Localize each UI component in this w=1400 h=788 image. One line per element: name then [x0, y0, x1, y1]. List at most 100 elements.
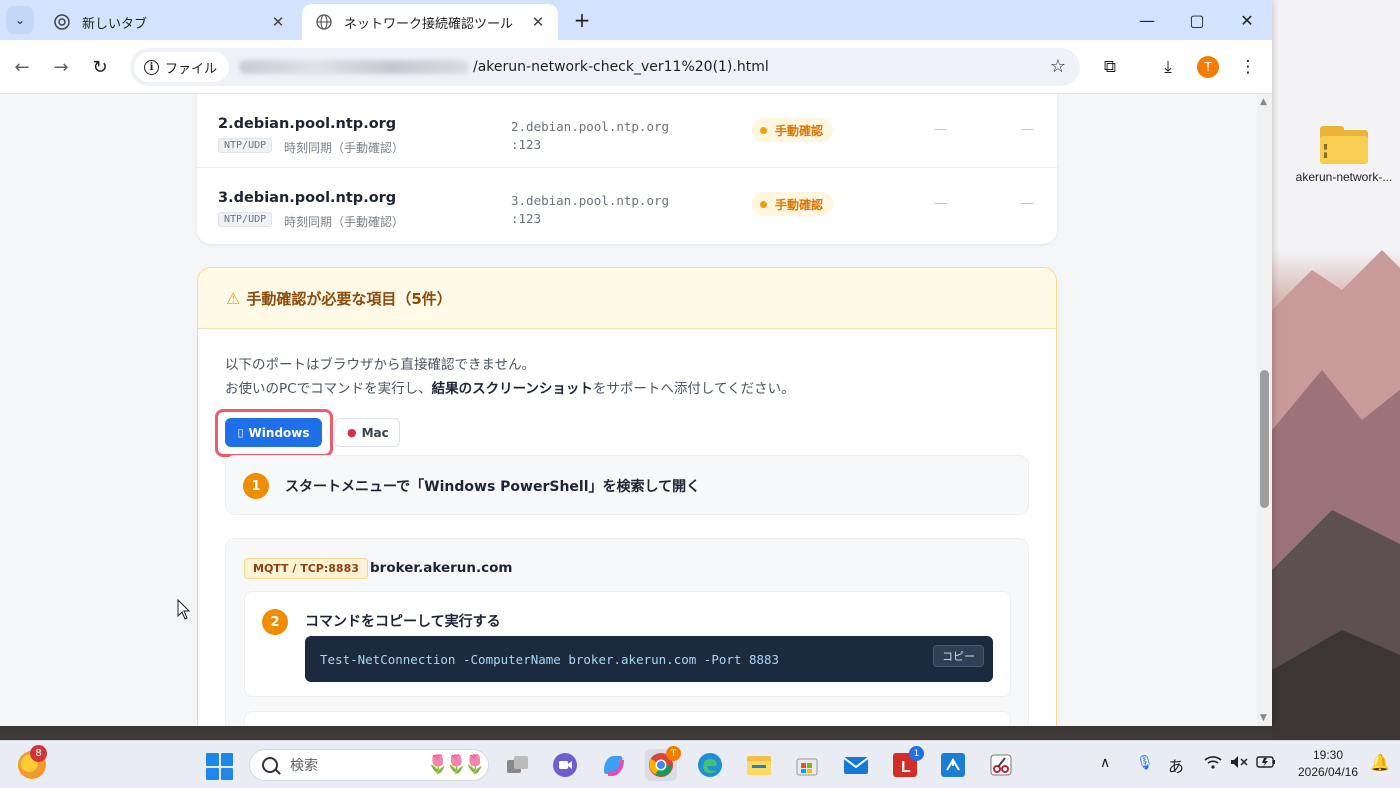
url-text: /akerun-network-check_ver11%20(1).html [473, 59, 769, 75]
status-label: 手動確認 [775, 123, 824, 138]
tab-search-button[interactable]: ⌄ [6, 6, 34, 34]
battery-icon[interactable] [1256, 755, 1276, 773]
copy-button[interactable]: コピー [933, 645, 984, 667]
host-name: 2.debian.pool.ntp.org [218, 116, 397, 132]
start-button[interactable] [206, 753, 233, 780]
taskbar-search[interactable]: 検索 🌷🌷🌷 [249, 749, 489, 781]
desktop-folder-icon[interactable]: akerun-network-... [1288, 120, 1400, 184]
address-bar[interactable]: i ファイル /akerun-network-check_ver11%20(1)… [130, 48, 1080, 86]
status-badge: 手動確認 [752, 118, 834, 142]
weather-badge: 8 [30, 745, 47, 762]
instruction-text: をサポートへ添付してください。 [592, 381, 795, 397]
tab-title: 新しいタブ [82, 16, 148, 32]
tab-new-tab[interactable]: 新しいタブ ✕ [40, 4, 298, 40]
wifi-icon[interactable] [1204, 755, 1222, 773]
file-explorer-icon[interactable] [743, 749, 775, 781]
step-number: 2 [262, 609, 288, 635]
task-view-icon[interactable] [502, 749, 534, 781]
taskbar-clock[interactable]: 19:30 2026/04/16 [1288, 747, 1368, 781]
scroll-up-icon[interactable]: ▲ [1260, 97, 1267, 107]
microphone-icon[interactable]: 🎙 [1136, 755, 1154, 771]
purpose-text: 時刻同期（手動確認） [284, 215, 405, 229]
search-icon [262, 757, 278, 773]
ime-indicator[interactable]: あ [1168, 753, 1184, 777]
forward-button[interactable]: → [47, 53, 75, 81]
mail-icon[interactable] [840, 749, 872, 781]
command-box[interactable]: Test-NetConnection -ComputerName broker.… [305, 636, 993, 682]
close-icon[interactable]: ✕ [268, 12, 288, 32]
teams-icon[interactable] [549, 749, 581, 781]
copilot-icon[interactable] [597, 749, 629, 781]
scroll-down-icon[interactable]: ▼ [1260, 713, 1267, 723]
step-2-box: 2 コマンドをコピーして実行する Test-NetConnection -Com… [244, 591, 1011, 697]
reload-button[interactable]: ↻ [86, 53, 114, 81]
windows-logo-icon: ▯ [237, 426, 244, 439]
window-close-button[interactable]: ✕ [1222, 0, 1272, 40]
clock-date: 2026/04/16 [1297, 765, 1359, 779]
tab-network-check[interactable]: ネットワーク接続確認ツール ✕ [302, 4, 558, 40]
blurred-path [239, 60, 470, 74]
warning-icon: ⚠ [226, 288, 241, 308]
port-line: :123 [511, 211, 542, 226]
host-line: 2.debian.pool.ntp.org [511, 119, 670, 134]
maximize-button[interactable]: ▢ [1172, 0, 1222, 40]
download-icon[interactable]: ⤓ [1154, 53, 1182, 81]
extensions-icon[interactable]: ⧉ [1096, 53, 1124, 81]
manual-check-header: ⚠ 手動確認が必要な項目（5件） [198, 268, 1056, 329]
port-tag: MQTT / TCP:8883 [244, 558, 368, 579]
step-text: コマンドをコピーして実行する [305, 614, 501, 630]
close-icon[interactable]: ✕ [528, 12, 548, 32]
page-content: 2.debian.pool.ntp.org NTP/UDP 時刻同期（手動確認）… [0, 94, 1257, 726]
os-tab-windows[interactable]: ▯ Windows [225, 418, 322, 447]
os-tab-mac[interactable]: ● Mac [334, 418, 400, 447]
instruction-emphasis: 結果のスクリーンショット [431, 381, 593, 397]
host-line: 3.debian.pool.ntp.org [511, 193, 670, 208]
status-badge: 手動確認 [752, 192, 834, 216]
results-table-card: 2.debian.pool.ntp.org NTP/UDP 時刻同期（手動確認）… [197, 94, 1057, 244]
step-text: スタートメニューで「Windows PowerShell」を検索して開く [285, 479, 701, 495]
minimize-button[interactable]: — [1122, 0, 1172, 40]
profile-avatar[interactable]: T [1197, 56, 1219, 78]
protocol-tag: NTP/UDP [218, 212, 273, 227]
volume-muted-icon[interactable] [1230, 755, 1248, 773]
manual-check-title: 手動確認が必要な項目（5件） [246, 289, 452, 308]
desktop-icon-label: akerun-network-... [1295, 170, 1393, 184]
scrollbar-thumb[interactable] [1260, 370, 1269, 508]
purpose-text: 時刻同期（手動確認） [284, 141, 405, 155]
tulip-icon: 🌷🌷🌷 [426, 754, 486, 775]
browser-toolbar: ← → ↻ i ファイル /akerun-network-check_ver11… [0, 40, 1272, 94]
chrome-profile-badge: T [666, 746, 681, 761]
info-icon: i [144, 59, 159, 75]
new-tab-button[interactable]: + [570, 8, 594, 32]
notification-bell-icon[interactable]: 🔔 [1370, 753, 1390, 772]
host-port: 3.debian.pool.ntp.org :123 [511, 192, 669, 228]
lastpass-badge: 1 [909, 746, 924, 761]
tab-strip: ⌄ 新しいタブ ✕ ネットワーク接続確認ツール ✕ + — ▢ ✕ [0, 0, 1272, 40]
instruction-line-2: お使いのPCでコマンドを実行し、結果のスクリーンショットをサポートへ添付してくだ… [225, 377, 795, 401]
manual-check-card: ⚠ 手動確認が必要な項目（5件） 以下のポートはブラウザから直接確認できません。… [197, 267, 1057, 726]
back-button[interactable]: ← [8, 53, 36, 81]
page-scrollbar[interactable]: ▲ ▼ [1257, 94, 1272, 726]
status-dot-icon [760, 200, 767, 208]
clock-time: 19:30 [1312, 748, 1344, 762]
port-line: :123 [511, 137, 542, 152]
latency-value: — [934, 196, 947, 211]
status-label: 手動確認 [775, 197, 824, 212]
search-placeholder: 検索 [290, 758, 318, 774]
site-info-chip[interactable]: i ファイル [134, 52, 230, 82]
result-value: — [1021, 196, 1034, 211]
menu-kebab-icon[interactable]: ⋮ [1234, 53, 1262, 81]
edge-icon[interactable] [694, 749, 726, 781]
command-text: Test-NetConnection -ComputerName broker.… [320, 651, 780, 667]
zip-folder-icon [1320, 126, 1368, 164]
store-icon[interactable] [791, 749, 823, 781]
bookmark-star-icon[interactable]: ☆ [1050, 56, 1066, 77]
step-3-box [244, 711, 1011, 726]
snipping-tool-icon[interactable] [985, 749, 1017, 781]
sourcetree-icon[interactable] [937, 749, 969, 781]
tray-overflow-icon[interactable]: ∧ [1100, 755, 1110, 771]
instruction-text: お使いのPCでコマンドを実行し、 [225, 381, 432, 397]
step-number: 1 [243, 473, 269, 499]
host-port: 2.debian.pool.ntp.org :123 [511, 118, 669, 154]
port-command-block: MQTT / TCP:8883 broker.akerun.com 2 コマンド… [225, 538, 1029, 726]
